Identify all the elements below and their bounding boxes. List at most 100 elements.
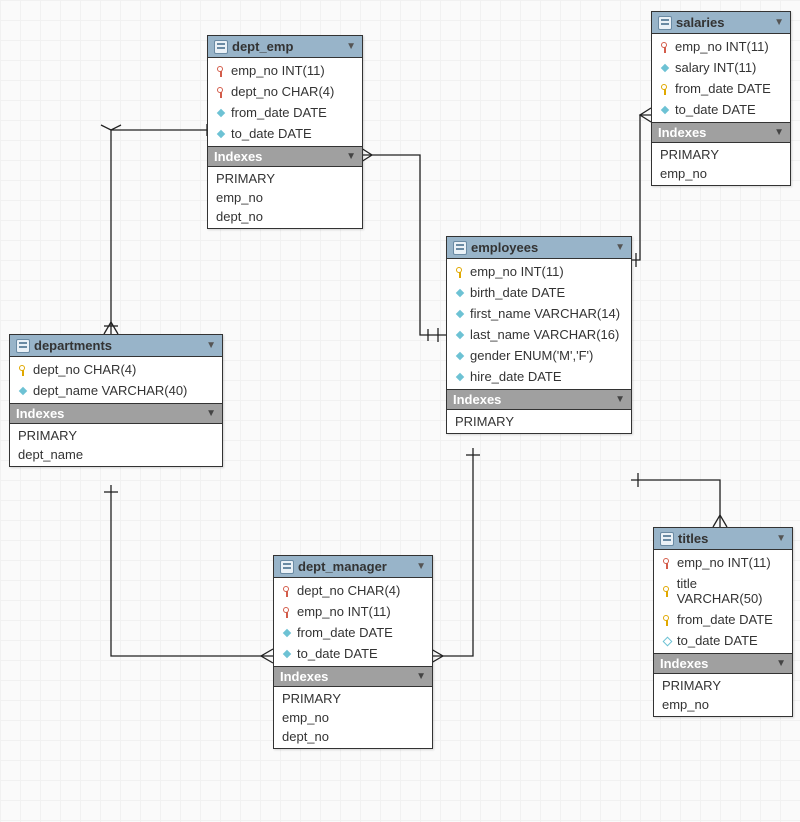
- attr-icon: [660, 103, 670, 117]
- collapse-icon[interactable]: ▼: [615, 394, 625, 405]
- column-text: emp_no INT(11): [231, 63, 325, 78]
- collapse-icon[interactable]: ▼: [416, 561, 426, 572]
- table-name: titles: [678, 531, 708, 546]
- column-text: from_date DATE: [297, 625, 393, 640]
- column-row[interactable]: from_date DATE: [652, 78, 790, 99]
- index-row[interactable]: emp_no: [654, 695, 792, 714]
- indexes-header[interactable]: Indexes ▼: [208, 146, 362, 167]
- attr-icon: [282, 626, 292, 640]
- collapse-icon[interactable]: ▼: [774, 17, 784, 28]
- pk-key-icon: [18, 363, 28, 377]
- column-row[interactable]: to_date DATE: [652, 99, 790, 120]
- column-row[interactable]: to_date DATE: [208, 123, 362, 144]
- er-diagram-canvas: salaries ▼ emp_no INT(11) salary INT(11)…: [0, 0, 800, 822]
- table-dept-emp[interactable]: dept_emp ▼ emp_no INT(11) dept_no CHAR(4…: [207, 35, 363, 229]
- index-row[interactable]: dept_no: [208, 207, 362, 226]
- fk-key-icon: [662, 556, 672, 570]
- column-row[interactable]: title VARCHAR(50): [654, 573, 792, 609]
- column-text: to_date DATE: [675, 102, 756, 117]
- table-icon: [453, 241, 467, 255]
- column-row[interactable]: from_date DATE: [654, 609, 792, 630]
- column-list: emp_no INT(11) title VARCHAR(50) from_da…: [654, 550, 792, 653]
- column-list: dept_no CHAR(4) emp_no INT(11) from_date…: [274, 578, 432, 666]
- column-row[interactable]: from_date DATE: [208, 102, 362, 123]
- attr-icon: [660, 61, 670, 75]
- table-header[interactable]: dept_manager ▼: [274, 556, 432, 578]
- column-row[interactable]: emp_no INT(11): [447, 261, 631, 282]
- column-row[interactable]: to_date DATE: [274, 643, 432, 664]
- fk-key-icon: [216, 85, 226, 99]
- indexes-header[interactable]: Indexes▼: [654, 653, 792, 674]
- index-row[interactable]: dept_no: [274, 727, 432, 746]
- column-row[interactable]: emp_no INT(11): [274, 601, 432, 622]
- fk-key-icon: [216, 64, 226, 78]
- column-text: dept_no CHAR(4): [231, 84, 334, 99]
- collapse-icon[interactable]: ▼: [206, 408, 216, 419]
- index-row[interactable]: PRIMARY: [652, 145, 790, 164]
- column-row[interactable]: salary INT(11): [652, 57, 790, 78]
- column-text: emp_no INT(11): [470, 264, 564, 279]
- attr-icon: [455, 370, 465, 384]
- collapse-icon[interactable]: ▼: [346, 41, 356, 52]
- attr-icon: [455, 328, 465, 342]
- table-employees[interactable]: employees ▼ emp_no INT(11) birth_date DA…: [446, 236, 632, 434]
- index-row[interactable]: PRIMARY: [10, 426, 222, 445]
- indexes-header[interactable]: Indexes▼: [447, 389, 631, 410]
- table-departments[interactable]: departments ▼ dept_no CHAR(4) dept_name …: [9, 334, 223, 467]
- indexes-header[interactable]: Indexes▼: [10, 403, 222, 424]
- table-salaries[interactable]: salaries ▼ emp_no INT(11) salary INT(11)…: [651, 11, 791, 186]
- table-titles[interactable]: titles ▼ emp_no INT(11) title VARCHAR(50…: [653, 527, 793, 717]
- index-row[interactable]: PRIMARY: [447, 412, 631, 431]
- index-row[interactable]: PRIMARY: [274, 689, 432, 708]
- table-icon: [214, 40, 228, 54]
- column-row[interactable]: last_name VARCHAR(16): [447, 324, 631, 345]
- table-name: salaries: [676, 15, 724, 30]
- collapse-icon[interactable]: ▼: [416, 671, 426, 682]
- collapse-icon[interactable]: ▼: [615, 242, 625, 253]
- column-row[interactable]: emp_no INT(11): [654, 552, 792, 573]
- index-row[interactable]: PRIMARY: [208, 169, 362, 188]
- column-row[interactable]: from_date DATE: [274, 622, 432, 643]
- indexes-label: Indexes: [214, 149, 262, 164]
- column-text: dept_name VARCHAR(40): [33, 383, 187, 398]
- index-row[interactable]: dept_name: [10, 445, 222, 464]
- table-header[interactable]: employees ▼: [447, 237, 631, 259]
- column-row[interactable]: gender ENUM('M','F'): [447, 345, 631, 366]
- table-header[interactable]: titles ▼: [654, 528, 792, 550]
- column-row[interactable]: dept_name VARCHAR(40): [10, 380, 222, 401]
- index-row[interactable]: emp_no: [208, 188, 362, 207]
- index-row[interactable]: emp_no: [274, 708, 432, 727]
- column-row[interactable]: hire_date DATE: [447, 366, 631, 387]
- column-row[interactable]: birth_date DATE: [447, 282, 631, 303]
- indexes-header[interactable]: Indexes▼: [274, 666, 432, 687]
- index-row[interactable]: emp_no: [652, 164, 790, 183]
- indexes-header[interactable]: Indexes▼: [652, 122, 790, 143]
- attr-icon: [455, 349, 465, 363]
- column-row[interactable]: to_date DATE: [654, 630, 792, 651]
- table-header[interactable]: salaries ▼: [652, 12, 790, 34]
- collapse-icon[interactable]: ▼: [206, 340, 216, 351]
- index-row[interactable]: PRIMARY: [654, 676, 792, 695]
- table-name: dept_manager: [298, 559, 387, 574]
- collapse-icon[interactable]: ▼: [774, 127, 784, 138]
- column-row[interactable]: dept_no CHAR(4): [10, 359, 222, 380]
- nullable-attr-icon: [662, 634, 672, 648]
- collapse-icon[interactable]: ▼: [776, 533, 786, 544]
- index-list: PRIMARY emp_no: [652, 143, 790, 185]
- column-text: from_date DATE: [675, 81, 771, 96]
- column-row[interactable]: emp_no INT(11): [208, 60, 362, 81]
- column-text: from_date DATE: [231, 105, 327, 120]
- collapse-icon[interactable]: ▼: [346, 151, 356, 162]
- table-header[interactable]: departments ▼: [10, 335, 222, 357]
- column-row[interactable]: dept_no CHAR(4): [274, 580, 432, 601]
- column-row[interactable]: emp_no INT(11): [652, 36, 790, 57]
- collapse-icon[interactable]: ▼: [776, 658, 786, 669]
- column-row[interactable]: first_name VARCHAR(14): [447, 303, 631, 324]
- pk-key-icon: [455, 265, 465, 279]
- table-header[interactable]: dept_emp ▼: [208, 36, 362, 58]
- column-text: title VARCHAR(50): [677, 576, 784, 606]
- table-dept-manager[interactable]: dept_manager ▼ dept_no CHAR(4) emp_no IN…: [273, 555, 433, 749]
- index-list: PRIMARY dept_name: [10, 424, 222, 466]
- column-row[interactable]: dept_no CHAR(4): [208, 81, 362, 102]
- column-list: emp_no INT(11) salary INT(11) from_date …: [652, 34, 790, 122]
